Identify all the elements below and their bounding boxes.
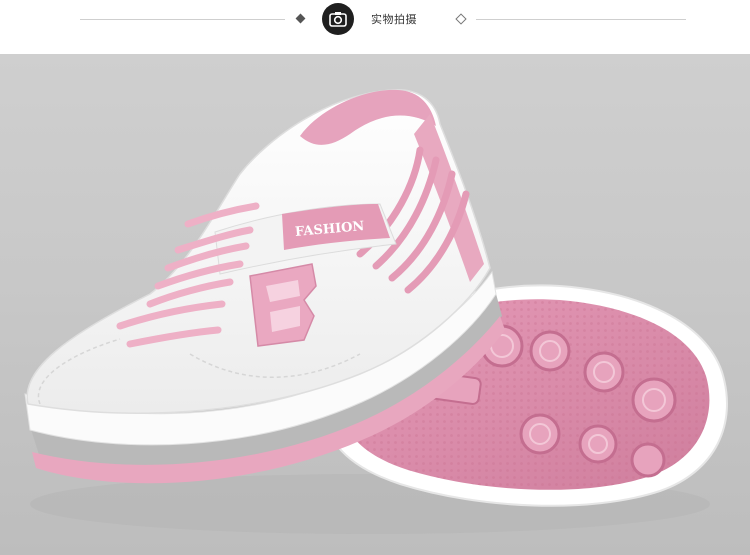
diamond-outline-icon (455, 13, 467, 25)
diamond-icon (295, 13, 306, 24)
shoe-logo (249, 263, 317, 347)
camera-icon (322, 3, 354, 35)
header-rule-left (80, 19, 285, 20)
product-photo: FASHION (0, 54, 750, 555)
header-title: 实物拍摄 (371, 13, 417, 26)
section-header: 实物拍摄 (0, 0, 750, 54)
header-rule-right (476, 19, 686, 20)
